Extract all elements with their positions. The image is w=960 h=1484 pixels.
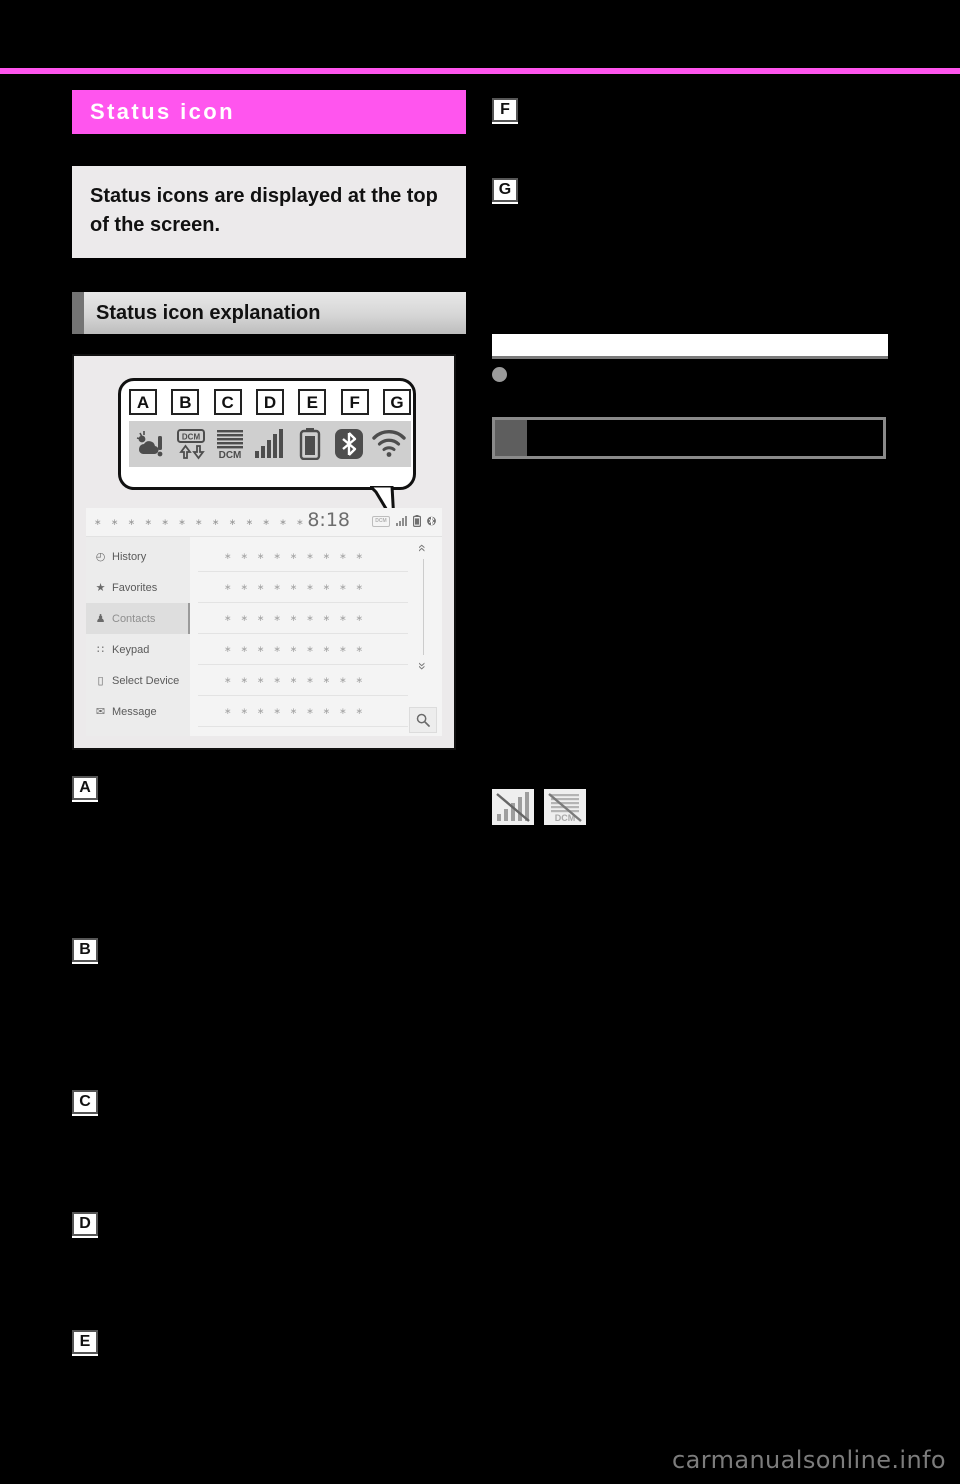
entry-c: C <box>72 1090 466 1114</box>
menu-item-label: History <box>112 550 147 563</box>
marker-g: G <box>492 178 518 202</box>
svg-text:DCM: DCM <box>182 433 201 442</box>
entry-g: G <box>492 178 888 202</box>
list-item[interactable]: ∗ ∗ ∗ ∗ ∗ ∗ ∗ ∗ ∗ <box>198 572 408 603</box>
menu-item-contacts[interactable]: ♟ Contacts <box>86 603 190 634</box>
bullet-icon <box>492 367 507 382</box>
entry-d: D <box>72 1212 466 1236</box>
search-icon <box>416 713 430 727</box>
callout-letter-d: D <box>255 389 284 415</box>
list-item[interactable]: ∗ ∗ ∗ ∗ ∗ ∗ ∗ ∗ ∗ <box>198 665 408 696</box>
sub-section-header <box>492 417 886 459</box>
callout-letter-row: A B C D E F G <box>129 389 411 415</box>
menu-item-label: Select Device <box>112 674 180 687</box>
battery-icon <box>292 423 328 465</box>
scroll-down-icon[interactable]: » <box>415 651 431 681</box>
site-watermark: carmanualsonline.info <box>672 1446 946 1474</box>
screen-signal-icon <box>396 516 407 526</box>
menu-item-label: Favorites <box>112 581 158 594</box>
intro-text: Status icons are displayed at the top of… <box>72 166 466 258</box>
top-accent-rule <box>0 68 960 74</box>
screen-side-menu: ◴ History ★ Favorites ♟ Contacts ∷ Keypa… <box>86 537 190 736</box>
list-item[interactable]: ∗ ∗ ∗ ∗ ∗ ∗ ∗ ∗ ∗ <box>198 603 408 634</box>
crossed-icon-pair: DCM <box>492 789 888 825</box>
screen-contact-list: ∗ ∗ ∗ ∗ ∗ ∗ ∗ ∗ ∗ ∗ ∗ ∗ ∗ ∗ ∗ ∗ ∗ ∗ ∗ ∗ … <box>190 537 442 736</box>
menu-item-label: Keypad <box>112 643 150 656</box>
screen-clock: 8:18 <box>307 509 350 531</box>
callout-bubble: A B C D E F G DCM DCM <box>118 378 416 490</box>
entry-e: E <box>72 1330 466 1354</box>
menu-item-label: Message <box>112 705 157 718</box>
marker-c: C <box>72 1090 98 1114</box>
entry-f: F <box>492 98 888 122</box>
right-column: F G DCM <box>492 90 888 825</box>
callout-letter-b: B <box>171 389 200 415</box>
list-item[interactable]: ∗ ∗ ∗ ∗ ∗ ∗ ∗ ∗ ∗ <box>198 541 408 572</box>
left-column: Status icon Status icons are displayed a… <box>72 90 466 1362</box>
callout-letter-f: F <box>340 389 369 415</box>
callout-icon-strip: DCM DCM <box>129 421 411 467</box>
dcm-signal-icon: DCM <box>212 423 248 465</box>
scrollbar[interactable]: « » <box>408 541 438 733</box>
wifi-icon <box>371 423 407 465</box>
menu-item-message[interactable]: ✉ Message <box>86 696 190 727</box>
scrollbar-track[interactable] <box>422 559 424 655</box>
callout-letter-g: G <box>382 389 411 415</box>
screen-body: ◴ History ★ Favorites ♟ Contacts ∷ Keypa… <box>86 537 442 736</box>
screen-title-placeholder: ∗ ∗ ∗ ∗ ∗ ∗ ∗ ∗ ∗ ∗ ∗ ∗ ∗ <box>94 516 308 527</box>
weather-alert-icon <box>133 423 169 465</box>
menu-item-history[interactable]: ◴ History <box>86 541 190 572</box>
screen-bluetooth-icon <box>427 516 436 526</box>
menu-item-favorites[interactable]: ★ Favorites <box>86 572 190 603</box>
dcm-transfer-icon: DCM <box>173 423 209 465</box>
callout-letter-e: E <box>298 389 327 415</box>
no-signal-icon <box>492 789 534 825</box>
page-title: Status icon <box>72 90 466 134</box>
screen-mockup: ∗ ∗ ∗ ∗ ∗ ∗ ∗ ∗ ∗ ∗ ∗ ∗ ∗ 8:18 DCM ◴ His… <box>86 508 442 736</box>
search-button[interactable] <box>409 707 437 733</box>
marker-a: A <box>72 776 98 800</box>
screen-battery-icon <box>413 515 421 527</box>
svg-text:DCM: DCM <box>219 450 242 461</box>
screen-status-icons: DCM <box>372 515 436 527</box>
note-heading <box>492 334 888 356</box>
list-item[interactable]: ∗ ∗ ∗ ∗ ∗ ∗ ∗ ∗ ∗ <box>198 696 408 727</box>
section-header: Status icon explanation <box>72 292 466 334</box>
section-header-tab <box>72 292 84 334</box>
scroll-up-icon[interactable]: « <box>415 533 431 563</box>
no-dcm-icon: DCM <box>544 789 586 825</box>
contacts-icon: ♟ <box>95 613 106 625</box>
keypad-icon: ∷ <box>97 644 104 656</box>
signal-bars-icon <box>252 423 288 465</box>
marker-d: D <box>72 1212 98 1236</box>
select-device-icon: ▯ <box>97 675 104 687</box>
entry-b: B <box>72 938 466 962</box>
star-icon: ★ <box>95 582 106 594</box>
callout-letter-a: A <box>129 389 157 415</box>
entry-a: A <box>72 776 466 800</box>
marker-b: B <box>72 938 98 962</box>
bluetooth-icon <box>331 423 367 465</box>
section-header-label: Status icon explanation <box>96 302 321 324</box>
marker-e: E <box>72 1330 98 1354</box>
message-icon: ✉ <box>95 706 106 718</box>
menu-item-select-device[interactable]: ▯ Select Device <box>86 665 190 696</box>
list-item[interactable]: ∗ ∗ ∗ ∗ ∗ ∗ ∗ ∗ ∗ <box>198 634 408 665</box>
marker-f: F <box>492 98 518 122</box>
callout-letter-c: C <box>213 389 242 415</box>
menu-item-label: Contacts <box>112 612 156 625</box>
sub-section-tab <box>495 420 527 456</box>
note-divider <box>492 356 888 359</box>
screen-dcm-icon: DCM <box>372 515 390 527</box>
menu-item-keypad[interactable]: ∷ Keypad <box>86 634 190 665</box>
clock-icon: ◴ <box>95 551 106 563</box>
screen-status-bar: ∗ ∗ ∗ ∗ ∗ ∗ ∗ ∗ ∗ ∗ ∗ ∗ ∗ 8:18 DCM <box>86 508 442 537</box>
status-icon-figure: A B C D E F G DCM DCM ∗ ∗ ∗ ∗ ∗ ∗ ∗ ∗ ∗ … <box>72 354 456 750</box>
note-block <box>492 334 888 382</box>
sub-section-label <box>527 420 883 456</box>
